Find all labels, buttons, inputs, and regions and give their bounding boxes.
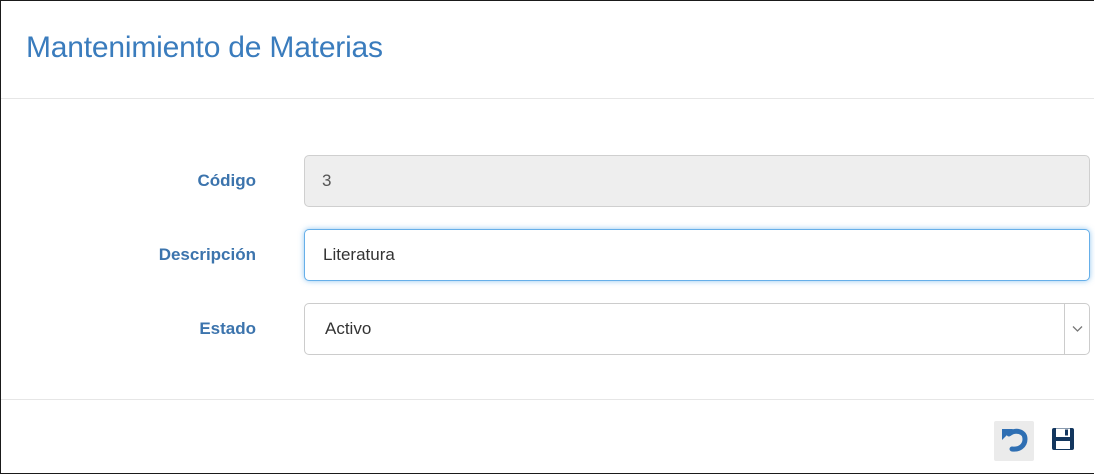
panel-footer <box>1 400 1094 473</box>
undo-button[interactable] <box>994 421 1034 461</box>
estado-row: Estado Activo <box>1 303 1094 355</box>
page-title: Mantenimiento de Materias <box>26 31 383 64</box>
save-button[interactable] <box>1045 421 1081 461</box>
codigo-field: 3 <box>304 155 1090 207</box>
descripcion-row: Descripción <box>1 229 1094 281</box>
descripcion-input[interactable] <box>304 229 1090 281</box>
chevron-down-icon[interactable] <box>1064 304 1089 354</box>
estado-selected-value: Activo <box>325 319 372 338</box>
codigo-row: Código 3 <box>1 155 1094 207</box>
descripcion-label: Descripción <box>158 245 256 264</box>
estado-label: Estado <box>199 319 256 338</box>
form-body: Código 3 Descripción Estado Activo <box>1 99 1094 400</box>
codigo-label: Código <box>197 171 256 190</box>
panel-header: Mantenimiento de Materias <box>1 1 1094 99</box>
undo-icon <box>999 425 1029 458</box>
maintenance-panel: Mantenimiento de Materias Código 3 Descr… <box>0 0 1094 474</box>
save-icon <box>1050 426 1076 457</box>
estado-select[interactable]: Activo <box>304 303 1090 355</box>
